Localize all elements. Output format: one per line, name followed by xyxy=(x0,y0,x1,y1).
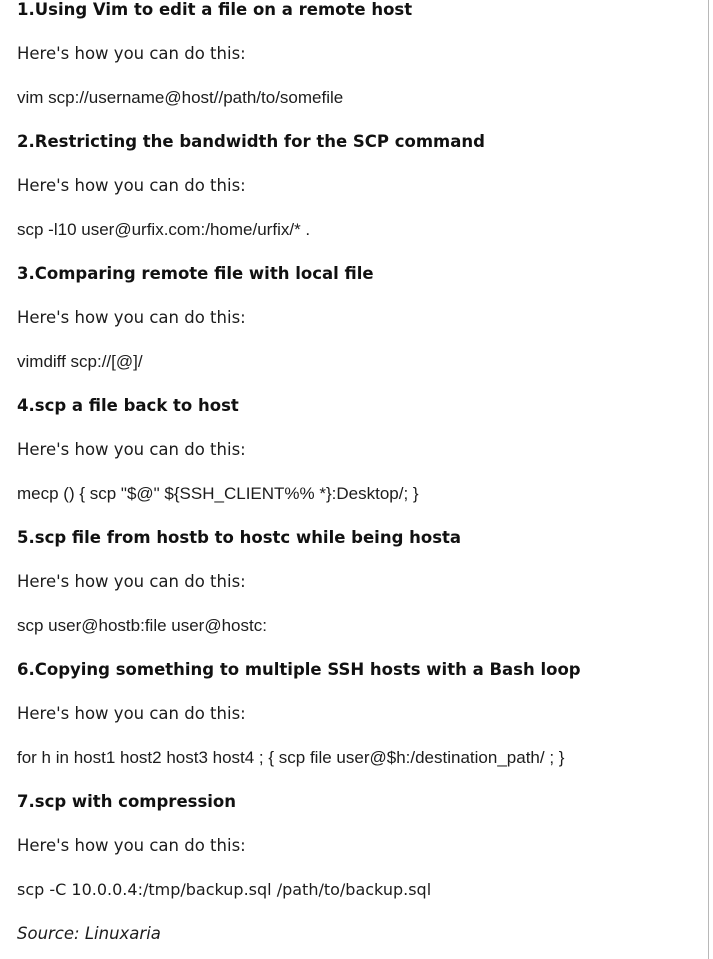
command-line: vim scp://username@host//path/to/somefil… xyxy=(17,88,344,107)
section-intro: Here's how you can do this: xyxy=(17,572,246,591)
section-heading: 5.scp file from hostb to hostc while bei… xyxy=(17,528,462,547)
section-intro: Here's how you can do this: xyxy=(17,44,246,63)
section-intro: Here's how you can do this: xyxy=(17,704,246,723)
tip-section-4: 4.scp a file back to host Here's how you… xyxy=(17,395,700,505)
tip-section-6: 6.Copying something to multiple SSH host… xyxy=(17,659,700,769)
command-line: scp user@hostb:file user@hostc: xyxy=(17,616,267,635)
section-intro: Here's how you can do this: xyxy=(17,176,246,195)
section-intro: Here's how you can do this: xyxy=(17,308,246,327)
tip-section-1: 1.Using Vim to edit a file on a remote h… xyxy=(17,0,700,109)
source-attribution: Source: Linuxaria xyxy=(17,924,161,943)
section-intro: Here's how you can do this: xyxy=(17,836,246,855)
command-line: vimdiff scp://[@]/ xyxy=(17,352,143,371)
command-line: scp -C 10.0.0.4:/tmp/backup.sql /path/to… xyxy=(17,880,432,899)
tip-section-5: 5.scp file from hostb to hostc while bei… xyxy=(17,527,700,637)
command-line: scp -l10 user@urfix.com:/home/urfix/* . xyxy=(17,220,311,239)
section-intro: Here's how you can do this: xyxy=(17,440,246,459)
section-heading: 3.Comparing remote file with local file xyxy=(17,264,374,283)
tip-section-3: 3.Comparing remote file with local file … xyxy=(17,263,700,373)
section-heading: 4.scp a file back to host xyxy=(17,396,239,415)
tip-section-2: 2.Restricting the bandwidth for the SCP … xyxy=(17,131,700,241)
section-heading: 2.Restricting the bandwidth for the SCP … xyxy=(17,132,485,151)
section-heading: 6.Copying something to multiple SSH host… xyxy=(17,660,581,679)
command-line: mecp () { scp "$@" ${SSH_CLIENT%% *}:Des… xyxy=(17,484,419,503)
command-line: for h in host1 host2 host3 host4 ; { scp… xyxy=(17,748,565,767)
section-heading: 1.Using Vim to edit a file on a remote h… xyxy=(17,0,413,19)
tip-section-7: 7.scp with compression Here's how you ca… xyxy=(17,791,700,901)
section-heading: 7.scp with compression xyxy=(17,792,237,811)
article-content: 1.Using Vim to edit a file on a remote h… xyxy=(0,0,709,959)
